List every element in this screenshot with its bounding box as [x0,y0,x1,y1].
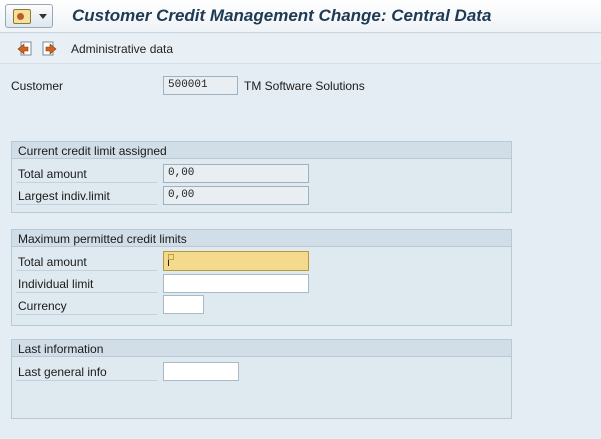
customer-label: Customer [11,79,64,93]
individual-limit-label: Individual limit [18,277,94,291]
customer-number-field[interactable]: 500001 [163,76,238,95]
title-bar: Customer Credit Management Change: Centr… [0,0,601,33]
chevron-down-icon [39,14,47,19]
row-divider [16,182,157,183]
total-amount-label: Total amount [18,167,87,181]
currency-label: Currency [18,299,67,313]
group-header: Maximum permitted credit limits [12,230,511,247]
individual-limit-input[interactable] [163,274,309,293]
max-total-amount-label: Total amount [18,255,87,269]
previous-page-icon[interactable] [17,41,33,57]
row-divider [16,204,157,205]
group-header: Last information [12,340,511,357]
customer-name: TM Software Solutions [244,79,365,93]
last-general-info-input[interactable] [163,362,239,381]
largest-indiv-limit-label: Largest indiv.limit [18,189,110,203]
row-divider [16,314,157,315]
administrative-data-button[interactable]: Administrative data [71,42,173,56]
row-divider [16,380,157,381]
row-divider [16,270,157,271]
last-general-info-label: Last general info [18,365,107,379]
group-header: Current credit limit assigned [12,142,511,159]
next-page-icon[interactable] [41,41,57,57]
application-toolbar: Administrative data [0,34,601,64]
text-cursor [168,255,169,266]
system-menu-icon [13,9,31,24]
page-title: Customer Credit Management Change: Centr… [72,6,492,25]
currency-input[interactable] [163,295,204,314]
system-menu-button[interactable] [5,4,53,28]
max-total-amount-input[interactable] [163,251,309,271]
largest-indiv-limit-field[interactable]: 0,00 [163,186,309,205]
row-divider [16,292,157,293]
last-information-group: Last information [11,339,512,419]
current-total-amount-field[interactable]: 0,00 [163,164,309,183]
